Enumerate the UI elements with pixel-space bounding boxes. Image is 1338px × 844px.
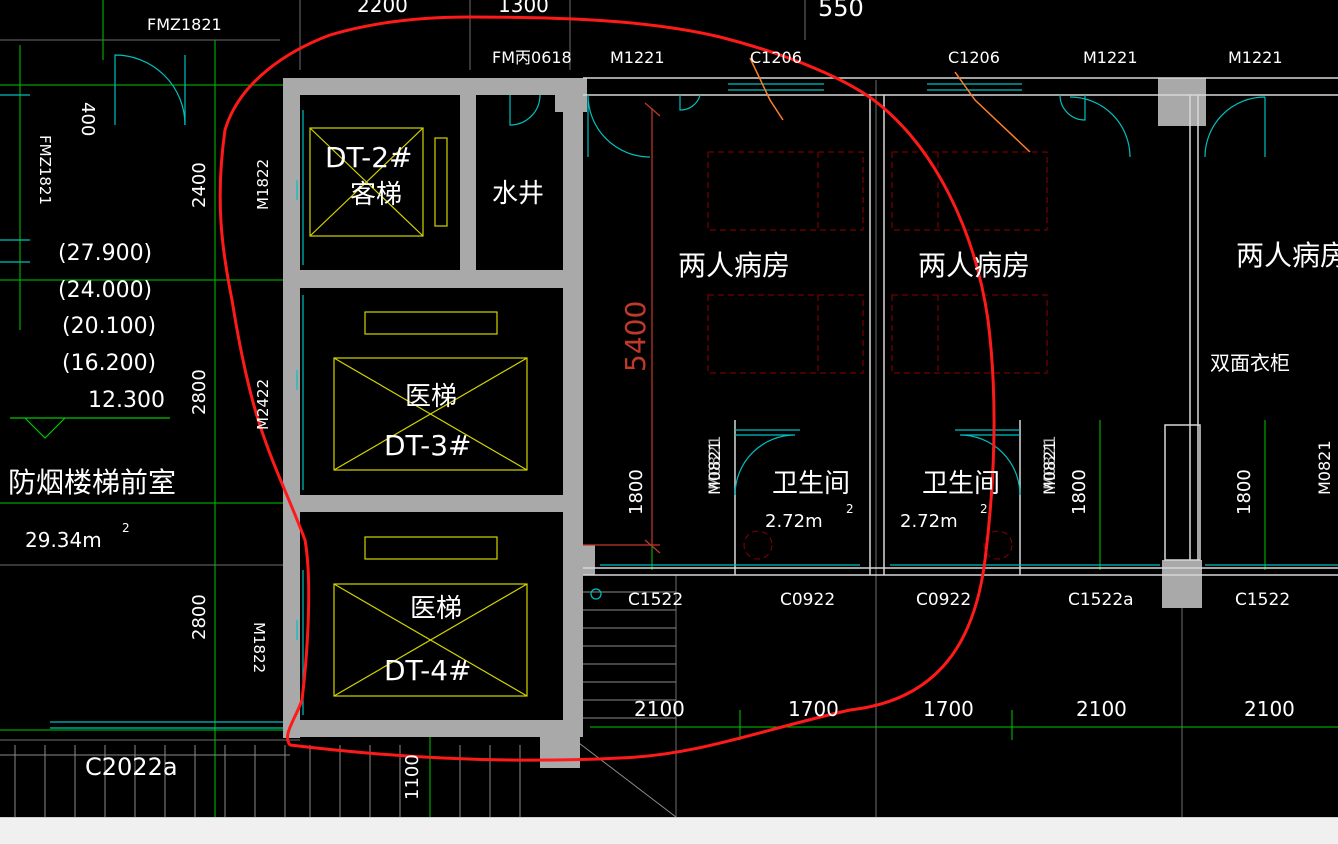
door-label: M0821 <box>1040 435 1059 490</box>
elevation-label: 12.300 <box>88 388 165 413</box>
leader-lines <box>749 57 1031 153</box>
dimension-label: 1800 <box>1234 469 1255 515</box>
dimension-label: 5400 <box>619 301 652 372</box>
status-bar <box>0 817 1338 844</box>
window-label: C0922 <box>916 590 971 610</box>
thin-gridlines <box>0 0 1183 817</box>
door-label: FM丙0618 <box>492 48 572 67</box>
area-superscript: 2 <box>846 502 854 516</box>
window-label: C1206 <box>750 48 802 67</box>
room-label: 卫生间 <box>772 469 850 499</box>
window-label: C1522a <box>1068 590 1134 610</box>
window-label: C1522 <box>1235 590 1290 610</box>
area-superscript: 2 <box>980 502 988 516</box>
door-label: M1822 <box>254 159 272 210</box>
door-label: M1822 <box>250 622 268 673</box>
cad-drawing-canvas[interactable]: FMZ1821 FM丙0618 M1221 M1221 M1221 M1822 … <box>0 0 1338 818</box>
elevation-label: (27.900) <box>58 241 152 266</box>
elevator-code: DT-4# <box>384 654 471 687</box>
room-label: 两人病房 <box>678 249 790 282</box>
elevator-type: 医梯 <box>405 382 457 412</box>
elevator-code: DT-3# <box>384 429 471 462</box>
door-label: M0821 <box>1315 440 1334 495</box>
elevation-label: (24.000) <box>58 278 152 303</box>
room-label: 防烟楼梯前室 <box>8 466 176 499</box>
dimension-label: 1800 <box>1069 469 1090 515</box>
door-label: M0821 <box>705 435 724 490</box>
dimension-label: 1300 <box>498 0 549 17</box>
elevation-label: (20.100) <box>62 314 156 339</box>
dimension-label: 2100 <box>1076 697 1127 721</box>
partitions <box>583 77 1338 576</box>
area-superscript: 2 <box>122 521 130 535</box>
dimension-label: 2400 <box>189 162 210 208</box>
dimension-label: 2800 <box>189 594 210 640</box>
door-label: M1221 <box>1228 48 1283 67</box>
door-label: M1221 <box>1083 48 1138 67</box>
room-area: 2.72m <box>900 511 958 532</box>
elevator-type: 客梯 <box>350 180 402 210</box>
room-area: 29.34m <box>25 528 102 552</box>
window-label: C0922 <box>780 590 835 610</box>
elevation-marker <box>10 417 170 439</box>
window-label: C1522 <box>628 590 683 610</box>
door-label: FMZ1821 <box>147 15 222 34</box>
dimension-label: 2800 <box>189 369 210 415</box>
room-label: 两人病房 <box>918 249 1030 282</box>
door-label: M1221 <box>610 48 665 67</box>
dimension-label: 2100 <box>1244 697 1295 721</box>
dimension-label: 2100 <box>634 697 685 721</box>
room-label: 水井 <box>492 179 544 209</box>
dimension-label: 550 <box>818 0 864 22</box>
door-label: M2422 <box>254 379 272 430</box>
room-label: 双面衣柜 <box>1210 351 1290 375</box>
dimension-label: 1100 <box>402 754 423 800</box>
dimension-label: 1700 <box>923 697 974 721</box>
dimension-label: 2200 <box>357 0 408 17</box>
door-label: FMZ1821 <box>36 135 54 205</box>
elevator-type: 医梯 <box>410 594 462 624</box>
floor-plan: FMZ1821 FM丙0618 M1221 M1221 M1221 M1822 … <box>0 0 1338 818</box>
dimension-label: 1800 <box>626 469 647 515</box>
dimension-label: 400 <box>77 102 98 136</box>
room-label: 两人病房 <box>1236 239 1338 272</box>
room-area: 2.72m <box>765 511 823 532</box>
dimension-label: 1700 <box>788 697 839 721</box>
elevator-code: DT-2# <box>325 141 412 174</box>
window-label: C2022a <box>85 753 178 781</box>
elevation-label: (16.200) <box>62 351 156 376</box>
drawing-text: FMZ1821 FM丙0618 M1221 M1221 M1221 M1822 … <box>8 0 1338 800</box>
window-label: C1206 <box>948 48 1000 67</box>
room-label: 卫生间 <box>922 469 1000 499</box>
